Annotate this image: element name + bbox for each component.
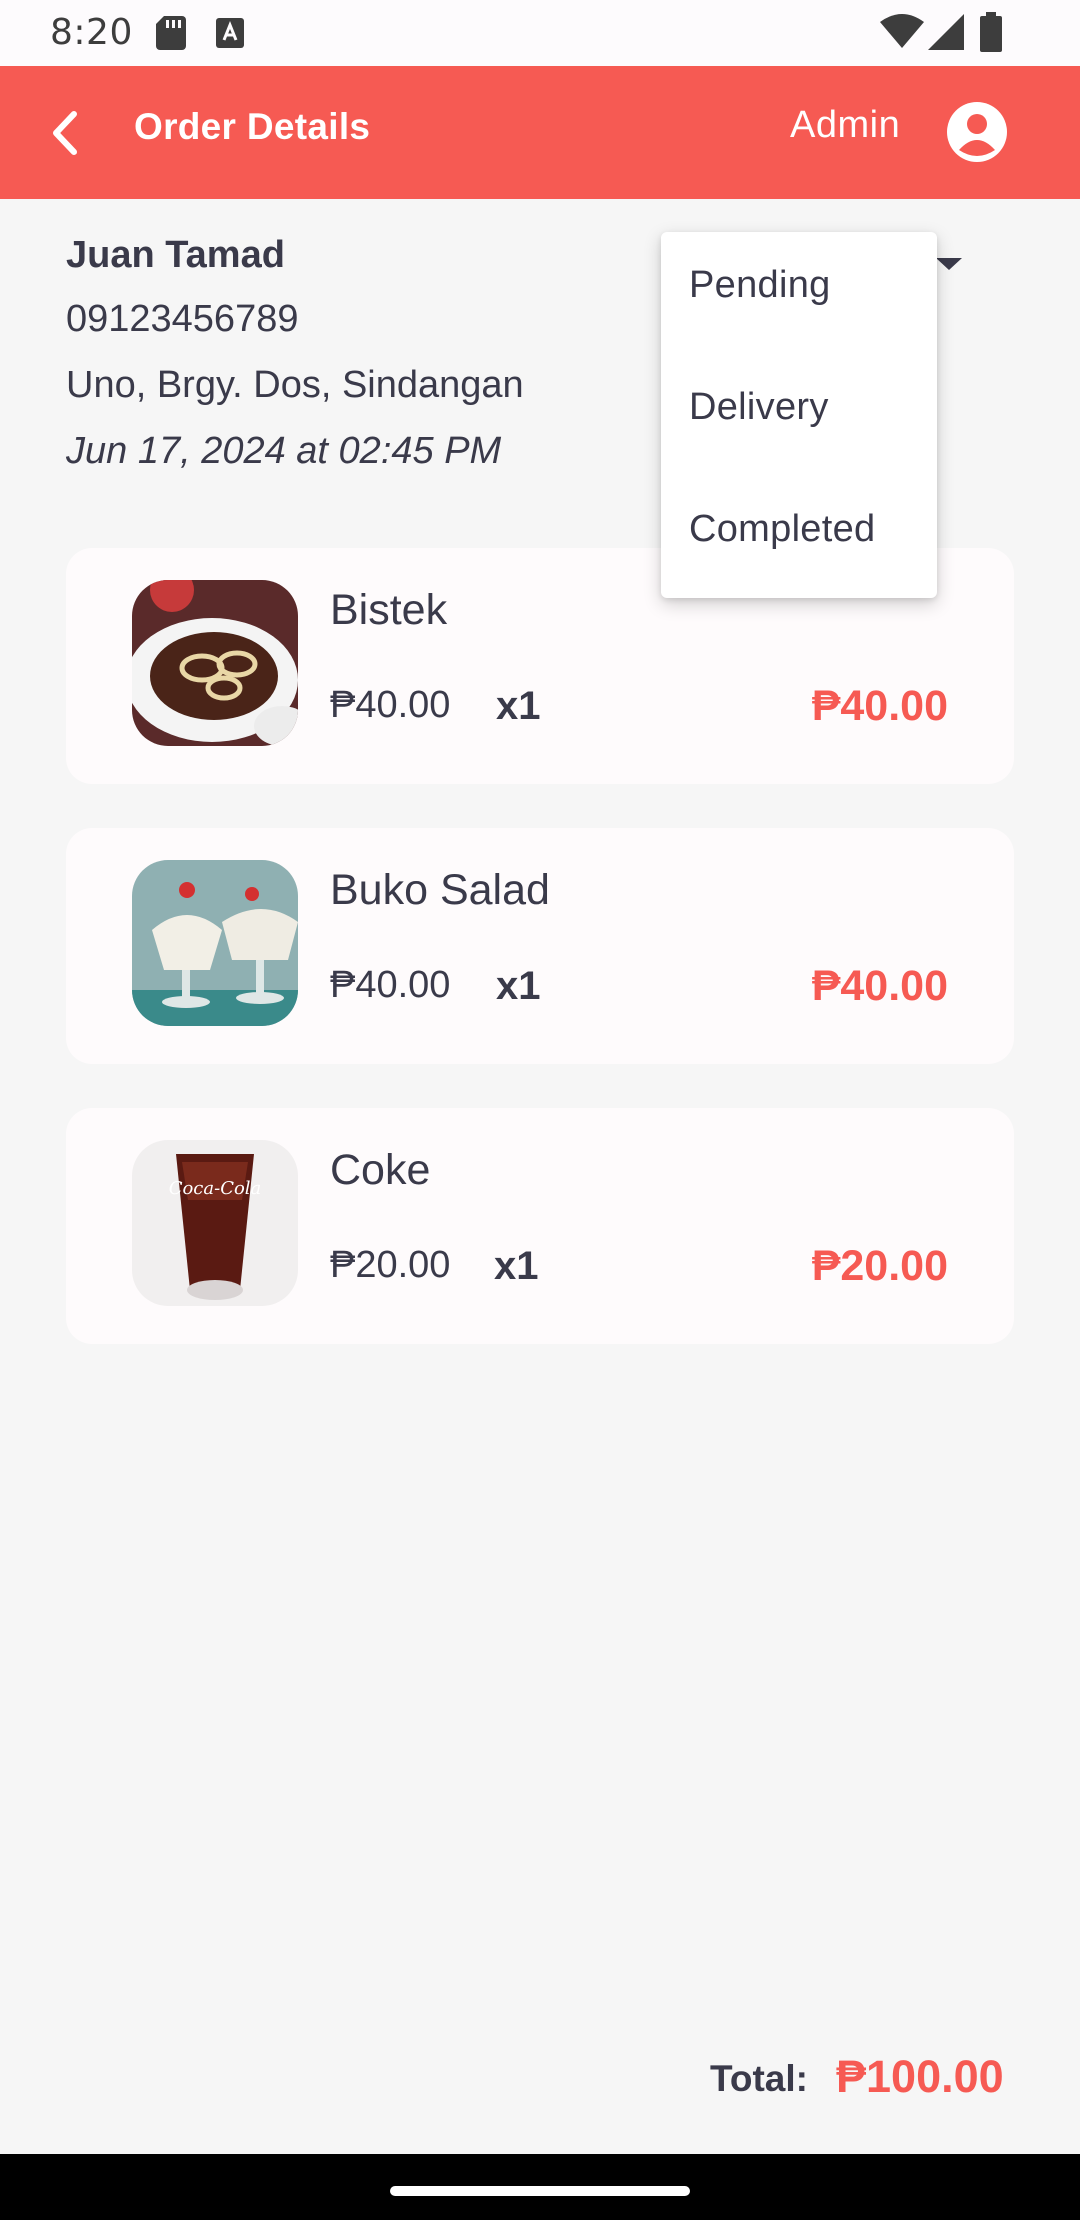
total-label: Total: <box>710 2058 808 2099</box>
app-header: Order Details Admin <box>0 66 1080 199</box>
item-price: ₱20.00 <box>330 1244 451 1286</box>
customer-address: Uno, Brgy. Dos, Sindangan <box>66 364 524 406</box>
account-circle-icon[interactable] <box>945 100 1009 164</box>
item-subtotal: ₱20.00 <box>811 1242 948 1290</box>
total-value: ₱100.00 <box>836 2051 1004 2102</box>
item-quantity: x1 <box>496 684 541 728</box>
item-subtotal: ₱40.00 <box>811 682 948 730</box>
status-option-pending[interactable]: Pending <box>689 264 831 307</box>
buko-salad-image <box>132 860 298 1026</box>
battery-icon <box>980 12 1002 52</box>
item-quantity: x1 <box>496 964 541 1008</box>
status-option-completed[interactable]: Completed <box>689 508 875 551</box>
status-time: 8:20 <box>50 12 133 53</box>
svg-text:Coca-Cola: Coca-Cola <box>169 1178 262 1199</box>
caret-down-icon[interactable] <box>934 256 964 272</box>
back-button[interactable] <box>44 106 88 160</box>
status-bar: 8:20 <box>0 0 1080 66</box>
customer-phone: 09123456789 <box>66 298 299 340</box>
order-date: Jun 17, 2024 at 02:45 PM <box>66 430 502 472</box>
system-nav-bar <box>0 2154 1080 2220</box>
customer-info: Juan Tamad 09123456789 Uno, Brgy. Dos, S… <box>66 234 524 472</box>
bistek-image <box>132 580 298 746</box>
item-price: ₱40.00 <box>330 684 451 726</box>
item-name: Bistek <box>330 586 448 634</box>
item-quantity: x1 <box>494 1244 539 1288</box>
order-item-card: Coca-Cola Coke ₱20.00 x1 ₱20.00 <box>66 1108 1014 1344</box>
order-details-screen: 8:20 Order Details Admin Juan Tamad 0912… <box>0 0 1080 2220</box>
home-indicator[interactable] <box>390 2186 690 2196</box>
status-option-delivery[interactable]: Delivery <box>689 386 829 429</box>
page-title: Order Details <box>134 106 371 147</box>
customer-name: Juan Tamad <box>66 234 285 276</box>
item-name: Buko Salad <box>330 866 550 914</box>
coke-image: Coca-Cola <box>132 1140 298 1306</box>
item-subtotal: ₱40.00 <box>811 962 948 1010</box>
a-icon <box>216 18 244 48</box>
sd-card-icon <box>156 16 186 50</box>
order-item-card: Buko Salad ₱40.00 x1 ₱40.00 <box>66 828 1014 1064</box>
signal-icon <box>928 14 964 50</box>
item-name: Coke <box>330 1146 431 1194</box>
status-dropdown-menu: Pending Delivery Completed <box>661 232 937 598</box>
wifi-icon <box>880 14 924 48</box>
item-price: ₱40.00 <box>330 964 451 1006</box>
admin-label[interactable]: Admin <box>790 104 900 147</box>
